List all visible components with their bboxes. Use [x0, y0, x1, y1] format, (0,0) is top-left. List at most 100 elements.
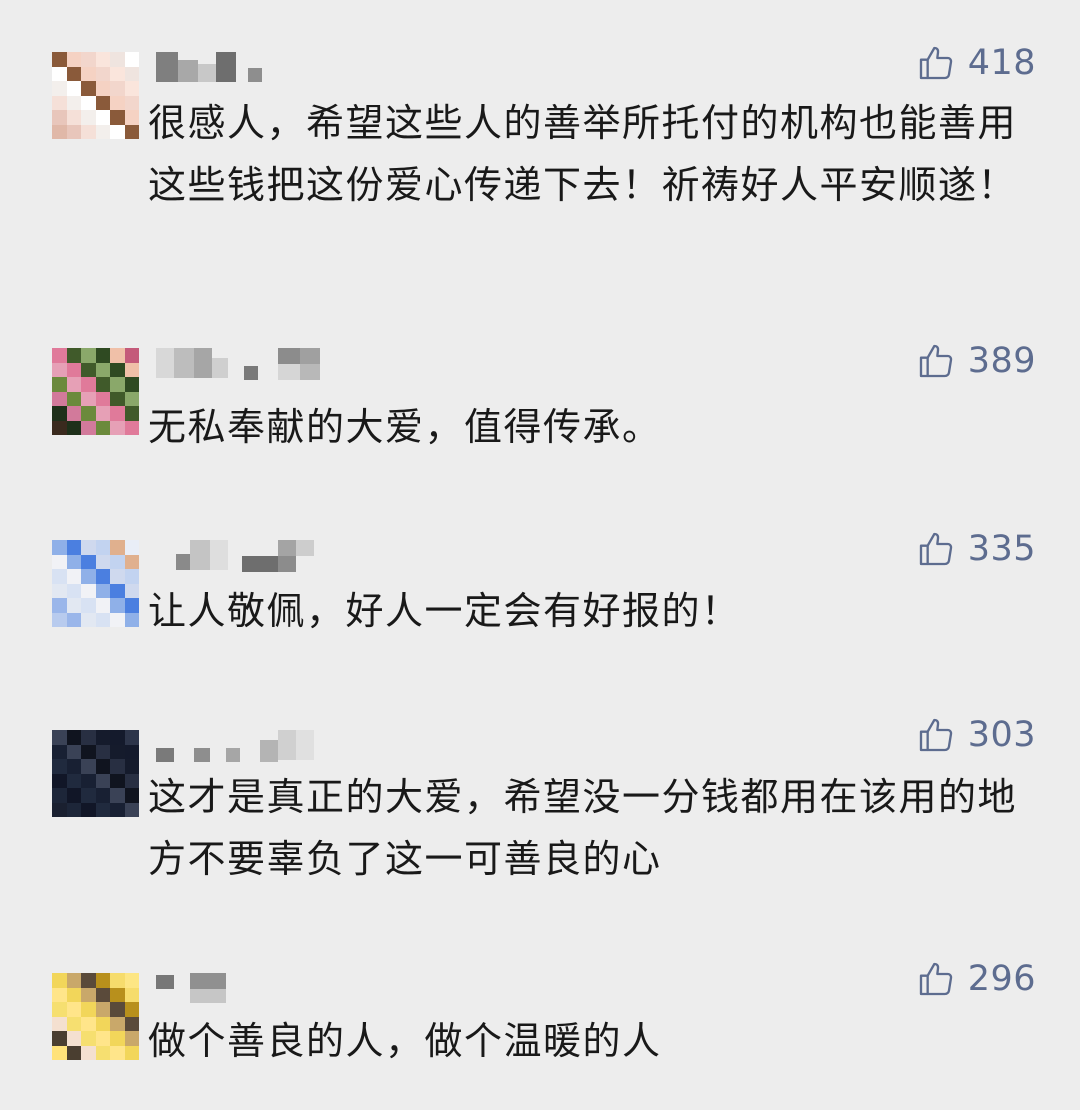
avatar[interactable] — [52, 52, 139, 139]
avatar-pixel — [81, 802, 96, 817]
avatar-pixel — [124, 569, 139, 584]
avatar[interactable] — [52, 540, 139, 627]
nickname-blurred[interactable] — [156, 348, 336, 382]
avatar-pixel — [124, 362, 139, 377]
avatar[interactable] — [52, 730, 139, 817]
comment-text: 无私奉献的大爱，值得传承。 — [148, 405, 662, 449]
nickname-blurred[interactable] — [156, 730, 316, 764]
avatar-pixel — [124, 554, 139, 569]
avatar-pixel — [95, 420, 110, 435]
avatar-pixel — [66, 95, 81, 110]
avatar-pixel — [110, 377, 125, 392]
avatar-pixel — [66, 987, 81, 1002]
avatar-pixel — [52, 420, 67, 435]
avatar-pixel — [66, 788, 81, 803]
avatar-pixel — [110, 554, 125, 569]
avatar[interactable] — [52, 348, 139, 435]
avatar-pixel — [110, 730, 125, 745]
avatar-pixel — [81, 788, 96, 803]
avatar-pixel — [124, 420, 139, 435]
avatar-pixel — [81, 540, 96, 555]
avatar-pixel — [66, 406, 81, 421]
avatar-pixel — [52, 1016, 67, 1031]
avatar-pixel — [110, 420, 125, 435]
avatar-pixel — [52, 348, 67, 363]
avatar[interactable] — [52, 973, 139, 1060]
like-button[interactable]: 296 — [916, 954, 1036, 1004]
nickname-blurred[interactable] — [156, 540, 316, 574]
avatar-pixel — [124, 788, 139, 803]
like-button[interactable]: 389 — [916, 336, 1036, 386]
avatar-pixel — [66, 569, 81, 584]
avatar-pixel — [95, 759, 110, 774]
avatar-pixel — [95, 377, 110, 392]
avatar-pixel — [81, 612, 96, 627]
avatar-pixel — [52, 1002, 67, 1017]
avatar-pixel — [81, 52, 96, 67]
avatar-pixel — [81, 598, 96, 613]
nickname-blurred[interactable] — [156, 973, 236, 1007]
avatar-pixel — [52, 110, 67, 125]
avatar-pixel — [95, 110, 110, 125]
avatar-pixel — [81, 1045, 96, 1060]
avatar-pixel — [52, 788, 67, 803]
comment-text: 让人敬佩，好人一定会有好报的！ — [148, 589, 741, 633]
avatar-pixel — [110, 95, 125, 110]
avatar-pixel — [110, 124, 125, 139]
avatar-pixel — [124, 110, 139, 125]
thumbs-up-icon — [919, 344, 952, 378]
avatar-pixel — [81, 730, 96, 745]
avatar-pixel — [66, 420, 81, 435]
like-button[interactable]: 418 — [916, 38, 1036, 88]
avatar-pixel — [81, 554, 96, 569]
avatar-pixel — [124, 52, 139, 67]
avatar-pixel — [95, 569, 110, 584]
like-button[interactable]: 335 — [916, 524, 1036, 574]
avatar-pixel — [52, 391, 67, 406]
avatar-pixel — [81, 348, 96, 363]
avatar-pixel — [95, 348, 110, 363]
avatar-pixel — [124, 987, 139, 1002]
avatar-pixel — [66, 802, 81, 817]
avatar-pixel — [81, 987, 96, 1002]
like-button[interactable]: 303 — [916, 710, 1036, 760]
avatar-pixel — [110, 406, 125, 421]
like-count: 303 — [967, 715, 1036, 755]
avatar-pixel — [81, 973, 96, 988]
avatar-pixel — [52, 987, 67, 1002]
avatar-pixel — [95, 973, 110, 988]
avatar-pixel — [110, 569, 125, 584]
avatar-pixel — [110, 1045, 125, 1060]
avatar-pixel — [66, 583, 81, 598]
avatar-pixel — [95, 362, 110, 377]
avatar-pixel — [95, 987, 110, 1002]
thumbs-up-icon — [919, 718, 952, 752]
thumbs-up-icon — [919, 532, 952, 566]
avatar-pixel — [81, 95, 96, 110]
avatar-pixel — [124, 744, 139, 759]
avatar-pixel — [95, 124, 110, 139]
avatar-pixel — [81, 759, 96, 774]
avatar-pixel — [124, 81, 139, 96]
avatar-pixel — [124, 1031, 139, 1046]
avatar-pixel — [81, 420, 96, 435]
avatar-pixel — [52, 744, 67, 759]
avatar-pixel — [81, 583, 96, 598]
avatar-pixel — [66, 52, 81, 67]
avatar-pixel — [110, 759, 125, 774]
avatar-pixel — [95, 406, 110, 421]
avatar-pixel — [52, 81, 67, 96]
avatar-pixel — [52, 362, 67, 377]
avatar-pixel — [110, 52, 125, 67]
avatar-pixel — [95, 583, 110, 598]
avatar-pixel — [124, 95, 139, 110]
avatar-pixel — [52, 1045, 67, 1060]
avatar-pixel — [124, 612, 139, 627]
avatar-pixel — [95, 744, 110, 759]
avatar-pixel — [110, 540, 125, 555]
nickname-blurred[interactable] — [156, 52, 266, 86]
avatar-pixel — [52, 377, 67, 392]
avatar-pixel — [66, 744, 81, 759]
avatar-pixel — [66, 110, 81, 125]
avatar-pixel — [124, 583, 139, 598]
